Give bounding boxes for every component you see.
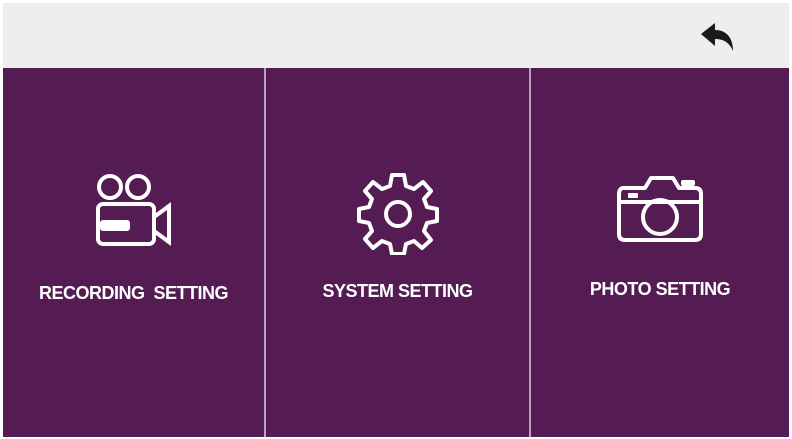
photo-setting-label: PHOTO SETTING xyxy=(589,279,731,299)
recording-setting-label: RECORDING SETTING xyxy=(38,283,229,303)
camera-icon xyxy=(617,176,703,242)
back-button[interactable] xyxy=(697,21,737,53)
recording-setting-button[interactable]: RECORDING SETTING xyxy=(3,68,264,437)
gear-icon xyxy=(356,173,439,255)
back-arrow-icon xyxy=(701,23,733,51)
top-bar xyxy=(3,3,789,68)
video-camera-icon xyxy=(95,174,171,246)
system-setting-button[interactable]: SYSTEM SETTING xyxy=(264,68,529,437)
system-setting-label: SYSTEM SETTING xyxy=(322,281,473,301)
settings-menu: RECORDING SETTING SYSTEM SETTING PHOTO S… xyxy=(3,68,789,437)
photo-setting-button[interactable]: PHOTO SETTING xyxy=(529,68,789,437)
settings-screen: RECORDING SETTING SYSTEM SETTING PHOTO S… xyxy=(3,3,789,437)
